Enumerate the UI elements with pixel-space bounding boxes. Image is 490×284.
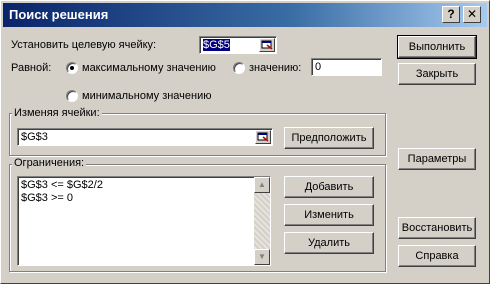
- window-title: Поиск решения: [9, 7, 109, 22]
- solver-dialog: Поиск решения ? ✕ Установить целевую яче…: [0, 0, 490, 284]
- vertical-scrollbar[interactable]: ▲ ▼: [254, 177, 270, 265]
- scroll-down-icon[interactable]: ▼: [254, 249, 270, 265]
- equal-label: Равной:: [11, 62, 52, 74]
- reset-button[interactable]: Восстановить: [398, 217, 476, 239]
- target-cell-field[interactable]: $G$5: [199, 36, 277, 54]
- solve-button[interactable]: Выполнить: [397, 35, 477, 59]
- value-input-text: 0: [315, 61, 322, 73]
- changing-cells-value: $G$3: [21, 131, 48, 143]
- min-radio[interactable]: [66, 90, 78, 102]
- close-button[interactable]: Закрыть: [398, 63, 476, 85]
- min-radio-label[interactable]: минимальному значению: [82, 90, 212, 102]
- constraints-list[interactable]: $G$3 <= $G$2/2 $G$3 >= 0 ▲ ▼: [17, 176, 271, 266]
- target-cell-label: Установить целевую ячейку:: [11, 39, 157, 51]
- scroll-up-icon[interactable]: ▲: [254, 177, 270, 193]
- value-input[interactable]: 0: [311, 58, 382, 76]
- changing-cells-field[interactable]: $G$3: [17, 128, 273, 146]
- value-radio[interactable]: [233, 62, 245, 74]
- max-radio[interactable]: [66, 62, 78, 74]
- close-icon[interactable]: ✕: [463, 6, 481, 23]
- help-button[interactable]: Справка: [398, 245, 476, 267]
- help-icon[interactable]: ?: [442, 6, 460, 23]
- change-button[interactable]: Изменить: [284, 204, 374, 226]
- add-button[interactable]: Добавить: [284, 176, 374, 198]
- constraints-label: Ограничения:: [12, 157, 87, 169]
- list-item[interactable]: $G$3 <= $G$2/2: [21, 179, 103, 191]
- guess-button[interactable]: Предположить: [284, 127, 374, 149]
- value-radio-label[interactable]: значению:: [249, 62, 301, 74]
- delete-button[interactable]: Удалить: [284, 232, 374, 254]
- target-cell-value: $G$5: [203, 39, 230, 51]
- options-button[interactable]: Параметры: [398, 148, 476, 170]
- collapse-dialog-icon[interactable]: [259, 38, 275, 52]
- title-bar[interactable]: Поиск решения ? ✕: [3, 3, 487, 27]
- changing-cells-label: Изменяя ячейки:: [12, 107, 102, 119]
- max-radio-label[interactable]: максимальному значению: [82, 62, 216, 74]
- list-item[interactable]: $G$3 >= 0: [21, 192, 73, 204]
- collapse-dialog-icon[interactable]: [255, 130, 271, 144]
